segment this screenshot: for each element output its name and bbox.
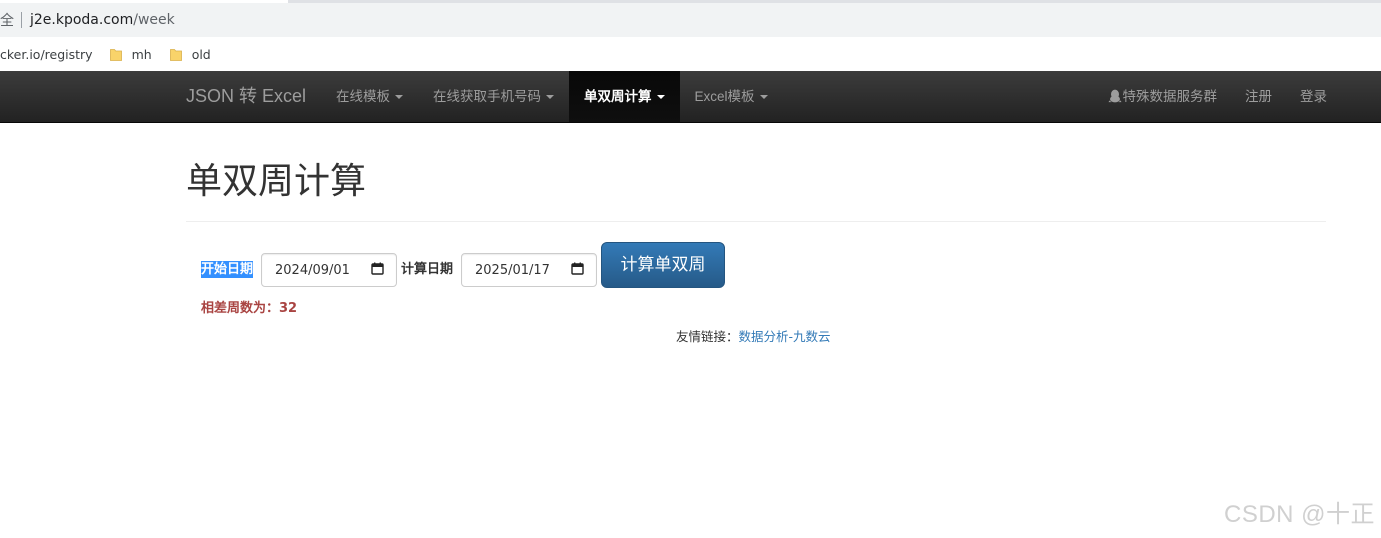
url-path[interactable]: /week: [133, 12, 175, 28]
caret-down-icon: [546, 95, 554, 100]
csdn-watermark: CSDN @十正: [1224, 501, 1376, 528]
address-separator: [21, 12, 22, 28]
url-host[interactable]: j2e.kpoda.com: [30, 12, 133, 28]
result-text: 相差周数为：32: [201, 301, 298, 316]
friend-link-jiushuyun[interactable]: 数据分析-九数云: [739, 329, 831, 344]
start-date-value: 2024/09/01: [275, 262, 350, 278]
security-indicator[interactable]: 全: [0, 10, 14, 30]
calculate-button[interactable]: 计算单双周: [601, 242, 725, 288]
nav-item-phone-numbers[interactable]: 在线获取手机号码: [418, 71, 569, 122]
nav-item-excel-templates[interactable]: Excel模板: [680, 71, 783, 122]
end-date-value: 2025/01/17: [475, 262, 550, 278]
caret-down-icon: [759, 95, 768, 100]
nav-item-label: 单双周计算: [584, 89, 652, 104]
site-navbar: JSON 转 Excel 在线模板 在线获取手机号码 单双周计算 Excel模板…: [0, 71, 1381, 123]
caret-down-icon: [656, 95, 665, 100]
caret-down-icon: [395, 95, 403, 100]
nav-menu: 在线模板 在线获取手机号码 单双周计算 Excel模板: [321, 71, 783, 122]
bookmark-label: mh: [131, 46, 152, 62]
bookmark-folder-mh[interactable]: mh: [109, 46, 152, 62]
bookmark-label: cker.io/registry: [0, 46, 93, 62]
nav-item-online-templates[interactable]: 在线模板: [321, 71, 418, 122]
nav-item-label: 在线获取手机号码: [433, 89, 541, 104]
qq-group-label: 特殊数据服务群: [1122, 89, 1218, 104]
folder-icon: [169, 48, 182, 61]
bookmark-label: old: [191, 46, 211, 62]
start-date-input[interactable]: 2024/09/01: [261, 253, 397, 287]
nav-item-label: 在线模板: [336, 89, 390, 104]
login-link[interactable]: 登录: [1286, 71, 1341, 122]
page-title: 单双周计算: [186, 160, 367, 201]
qq-penguin-icon: [1108, 73, 1122, 124]
friend-links-prefix: 友情链接：: [676, 329, 739, 344]
title-divider: [186, 221, 1326, 222]
nav-item-label: Excel模板: [694, 89, 755, 104]
nav-right-menu: 特殊数据服务群 注册 登录: [1094, 71, 1342, 122]
nav-item-qq-group[interactable]: 特殊数据服务群: [1094, 71, 1232, 122]
bookmarks-bar: cker.io/registry mh old: [0, 37, 1381, 71]
brand-link[interactable]: JSON 转 Excel: [186, 71, 306, 122]
end-date-label: 计算日期: [401, 262, 454, 277]
folder-icon: [109, 48, 122, 61]
bookmark-folder-old[interactable]: old: [169, 46, 211, 62]
calendar-icon[interactable]: [371, 262, 384, 279]
friend-links: 友情链接：数据分析-九数云: [676, 328, 831, 345]
calendar-icon[interactable]: [571, 262, 584, 279]
address-bar[interactable]: 全 j2e.kpoda.com/week: [0, 3, 1381, 37]
start-date-label: 开始日期: [201, 261, 254, 278]
nav-item-week-calc[interactable]: 单双周计算: [569, 71, 680, 122]
bookmark-registry[interactable]: cker.io/registry: [0, 47, 93, 62]
register-link[interactable]: 注册: [1231, 71, 1286, 122]
end-date-input[interactable]: 2025/01/17: [461, 253, 597, 287]
